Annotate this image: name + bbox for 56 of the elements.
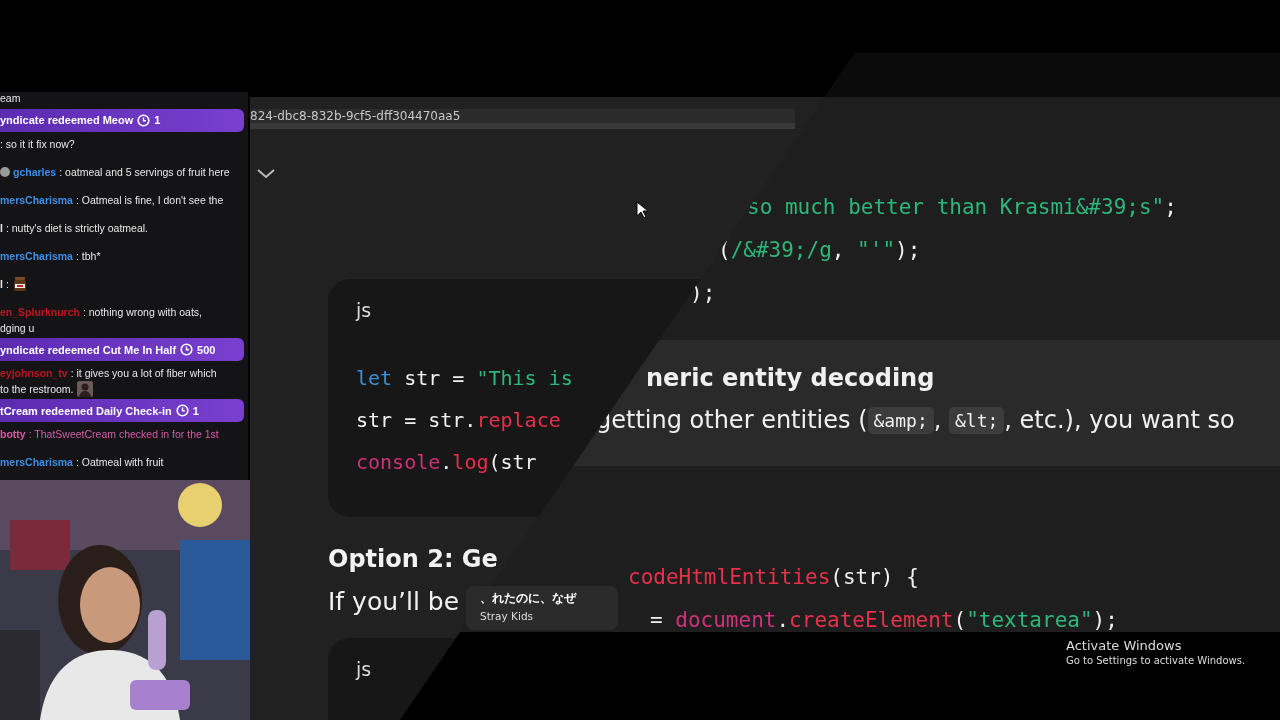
chat-message: : Oatmeal with fruit [75, 455, 164, 470]
inline-code: &lt; [949, 406, 1005, 434]
media-artist: Stray Kids [480, 610, 535, 622]
cursor-icon [636, 201, 648, 219]
chevron-down-icon [257, 169, 275, 179]
code-line: let str = "This is [356, 365, 574, 392]
chat-message: eam [0, 92, 22, 105]
code-line: str = str.replace [356, 407, 561, 434]
chat-message: to the restroom. [0, 381, 74, 397]
activation-title: Activate Windows [1066, 638, 1183, 653]
redemption-cost: 1 [192, 404, 199, 417]
chat-message: : tbh* [75, 248, 101, 264]
redemption-text: yndicate redeemed Cut Me In Half [0, 343, 177, 356]
chat-message: : it gives you a lot of fiber which [70, 365, 217, 381]
media-title: 、れたのに、なぜ [480, 590, 578, 607]
chat-message: : [5, 276, 9, 292]
clock-icon [180, 343, 194, 356]
redemption-cost: 1 [154, 114, 161, 127]
code-line: = document.createElement("textarea"); [650, 607, 1118, 634]
chat-username[interactable]: mersCharisma [0, 247, 73, 264]
clock-icon [137, 113, 151, 127]
code-language: js [356, 299, 372, 321]
chat-username[interactable]: mersCharisma [0, 454, 73, 470]
redemption-text: yndicate redeemed Meow [0, 114, 134, 127]
clock-icon [175, 404, 189, 418]
inline-code: &amp; [867, 406, 934, 434]
redemption-cost: 500 [197, 343, 216, 356]
chat-username[interactable]: eyjohnson_tv [0, 364, 68, 381]
chat-username[interactable]: mersCharisma [0, 191, 73, 208]
chat-message: : ThatSweetCream checked in for the 1st [28, 427, 219, 442]
redemption-text: tCream redeemed Daily Check-in [0, 404, 172, 417]
paragraph: If you’ll be [328, 587, 460, 616]
chat-username[interactable]: l [0, 275, 3, 292]
chat-message: : nothing wrong with oats, [82, 304, 202, 320]
address-bar[interactable]: 824-dbc8-832b-9cf5-dff304470aa5 [250, 109, 795, 129]
code-language: js [356, 658, 372, 680]
chat-username[interactable]: gcharles [13, 163, 57, 180]
chat-username[interactable]: botty [0, 426, 26, 442]
activation-text: Go to Settings to activate Windows. [1066, 655, 1246, 666]
url-text: 824-dbc8-832b-9cf5-dff304470aa5 [250, 109, 461, 123]
chat-message: : Oatmeal is fine, I don't see the [75, 192, 224, 208]
code-line: console.log(str [356, 449, 537, 476]
chat-username[interactable]: en_Splurknurch [0, 303, 80, 320]
chat-username[interactable]: l [0, 219, 3, 236]
code-line: codeHtmlEntities(str) { [628, 564, 919, 591]
chat-message: : nutty's diet is strictly oatmeal. [5, 220, 148, 236]
chat-message: : oatmeal and 5 servings of fruit here [59, 164, 230, 180]
paragraph-text: , [933, 406, 943, 434]
chat-message: dging u [0, 320, 35, 336]
chat-message: : so it it fix now? [0, 136, 75, 152]
code-line: (/&#39;/g, "'"); [718, 237, 921, 264]
jar-emote-icon [11, 275, 28, 292]
section-heading: Option 2: Ge [328, 545, 498, 573]
paragraph-text: , etc.), you want so [1004, 406, 1235, 434]
emote-icon [76, 380, 93, 397]
section-heading: neric entity decoding [646, 364, 935, 392]
